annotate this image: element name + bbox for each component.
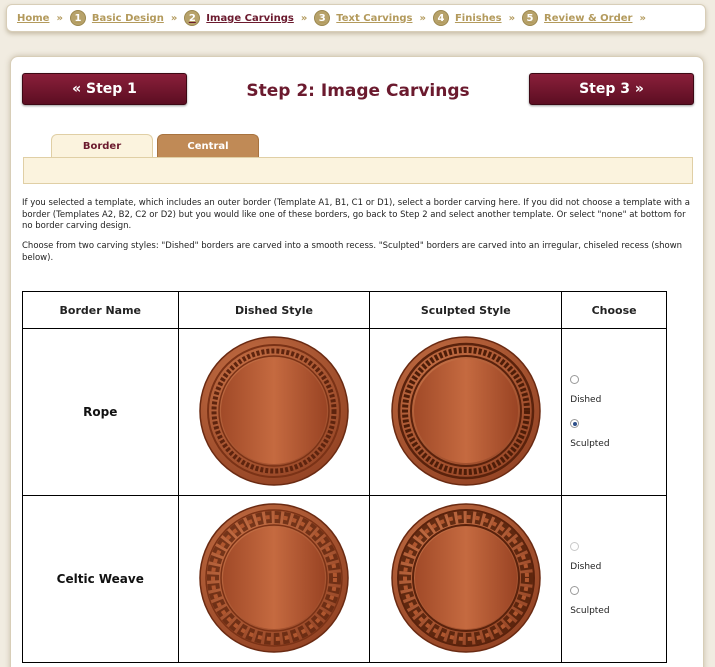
rope-sculpted-plaque-image[interactable] [390,335,542,487]
table-row: Rope Dished Sculpted [22,328,667,496]
dished-image-cell [177,328,371,496]
breadcrumb-review-order[interactable]: 5 Review & Order [522,10,632,26]
page-title: Step 2: Image Carvings [246,81,470,101]
option-label: Dished [570,395,602,405]
sculpted-image-cell [369,328,563,496]
tab-bar: Border Central [51,134,259,157]
rope-sculpted-radio[interactable] [570,419,580,428]
dished-image-cell [177,495,371,663]
table-row: Celtic Weave Dished Sculpted [22,495,667,663]
option-label: Sculpted [570,606,610,616]
choose-cell: Dished Sculpted [561,328,667,496]
rope-dished-plaque-image[interactable] [198,335,350,487]
step-3-button[interactable]: Step 3 » [529,73,694,105]
border-table: Border Name Dished Style Sculpted Style … [22,291,667,663]
breadcrumb-text-carvings[interactable]: 3 Text Carvings [314,10,412,26]
breadcrumb-separator: » [639,12,646,24]
breadcrumb-label: Review & Order [544,12,633,24]
breadcrumb-label: Basic Design [91,12,164,24]
header-dished-style: Dished Style [177,291,371,329]
step-number-badge: 3 [314,10,331,26]
breadcrumb-separator: » [300,12,308,24]
border-name-cell: Celtic Weave [22,495,179,663]
choose-cell: Dished Sculpted [561,495,667,663]
option-dished: Dished [570,375,666,405]
breadcrumb-finishes[interactable]: 4 Finishes [432,10,502,26]
step-1-button[interactable]: « Step 1 [22,73,187,105]
header-border-name: Border Name [22,291,179,329]
rope-dished-radio[interactable] [570,375,580,384]
tab-border[interactable]: Border [51,134,153,157]
breadcrumb-home-label: Home [17,12,50,24]
option-label: Sculpted [570,439,610,449]
celtic-sculpted-radio[interactable] [570,586,580,595]
header-sculpted-style: Sculpted Style [369,291,563,329]
breadcrumb-home[interactable]: Home [17,13,49,24]
breadcrumb-separator: » [419,12,426,24]
border-name-cell: Rope [22,328,179,496]
tab-central[interactable]: Central [157,134,259,157]
option-label: Dished [570,562,602,572]
styles-paragraph: Choose from two carving styles: "Dished"… [22,241,683,263]
option-sculpted: Sculpted [570,419,666,449]
main-panel: « Step 1 Step 2: Image Carvings Step 3 »… [10,56,704,667]
option-dished: Dished [570,542,666,572]
step-number-badge: 5 [522,10,539,26]
breadcrumb-label: Image Carvings [206,12,294,24]
celtic-dished-plaque-image[interactable] [198,502,350,654]
breadcrumb-separator: » [170,12,178,24]
breadcrumb-label: Text Carvings [336,12,413,24]
step-number-badge: 2 [184,10,201,26]
intro-paragraph: If you selected a template, which includ… [22,198,690,231]
sculpted-image-cell [369,495,563,663]
tab-content-strip [23,157,693,184]
step-number-badge: 1 [69,10,86,26]
option-sculpted: Sculpted [570,586,666,616]
celtic-sculpted-plaque-image[interactable] [390,502,542,654]
breadcrumb-separator: » [508,12,516,24]
celtic-dished-radio[interactable] [570,542,580,551]
breadcrumb-label: Finishes [454,12,502,24]
header-choose: Choose [561,291,667,329]
table-header-row: Border Name Dished Style Sculpted Style … [22,291,667,329]
step-number-badge: 4 [432,10,449,26]
breadcrumb-basic-design[interactable]: 1 Basic Design [69,10,164,26]
breadcrumb: Home » 1 Basic Design » 2 Image Carvings »… [6,4,706,32]
breadcrumb-image-carvings[interactable]: 2 Image Carvings [184,10,294,26]
breadcrumb-separator: » [56,12,63,24]
